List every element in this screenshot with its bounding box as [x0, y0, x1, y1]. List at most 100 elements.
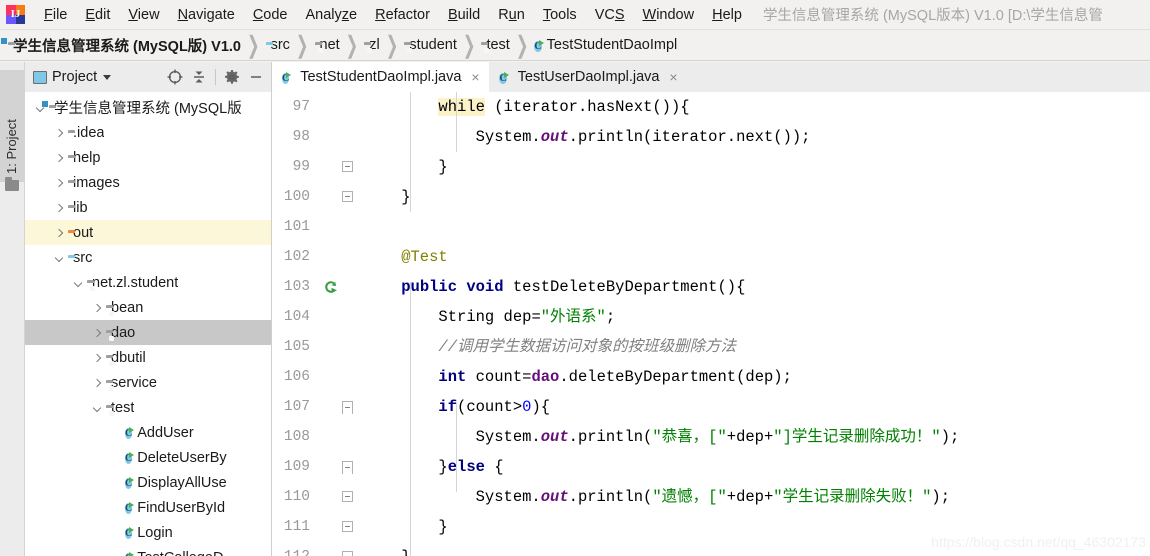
- gutter-line[interactable]: 103: [272, 272, 354, 302]
- editor-tab-testuserdaoimpljava[interactable]: C TestUserDaoImpl.java ×: [489, 62, 687, 92]
- gear-icon[interactable]: [221, 66, 243, 88]
- tree-row[interactable]: C AddUser: [25, 420, 271, 445]
- menu-item-help[interactable]: Help: [703, 5, 751, 25]
- project-panel-title-button[interactable]: Project: [33, 69, 112, 85]
- gutter-line[interactable]: 105: [272, 332, 354, 362]
- menu-item-view[interactable]: View: [119, 5, 168, 25]
- breadcrumb-item-net[interactable]: net: [315, 37, 340, 53]
- chevron-down-icon[interactable]: [88, 403, 106, 412]
- breadcrumb-item-teststudentdaoimpl[interactable]: C TestStudentDaoImpl: [534, 37, 677, 54]
- code-line[interactable]: if(count>0){: [354, 392, 1150, 422]
- code-fold-toggle[interactable]: [342, 461, 353, 474]
- chevron-down-icon[interactable]: [103, 74, 112, 80]
- menu-item-refactor[interactable]: Refactor: [366, 5, 439, 25]
- code-fold-toggle[interactable]: [342, 521, 353, 532]
- gutter-line[interactable]: 97: [272, 92, 354, 122]
- menu-item-analyze[interactable]: Analyze: [297, 5, 367, 25]
- code-line[interactable]: //调用学生数据访问对象的按班级删除方法: [354, 332, 1150, 362]
- gutter-line[interactable]: 111: [272, 512, 354, 542]
- tree-row[interactable]: dbutil: [25, 345, 271, 370]
- chevron-right-icon[interactable]: [88, 328, 106, 337]
- gutter-line[interactable]: 108: [272, 422, 354, 452]
- minimize-icon[interactable]: [245, 66, 267, 88]
- tree-row[interactable]: C TestCollegeD: [25, 545, 271, 556]
- code-line[interactable]: System.out.println(iterator.next());: [354, 122, 1150, 152]
- breadcrumb-item-student[interactable]: student: [404, 37, 457, 53]
- chevron-right-icon[interactable]: [50, 153, 68, 162]
- tree-row[interactable]: C DisplayAllUse: [25, 470, 271, 495]
- breadcrumb-item-mysqlv10[interactable]: 学生信息管理系统 (MySQL版) V1.0: [8, 35, 241, 56]
- code-line[interactable]: [354, 212, 1150, 242]
- tree-row[interactable]: net.zl.student: [25, 270, 271, 295]
- code-line[interactable]: }else {: [354, 452, 1150, 482]
- tree-row[interactable]: src: [25, 245, 271, 270]
- menu-item-vcs[interactable]: VCS: [586, 5, 634, 25]
- breadcrumb-item-src[interactable]: src: [266, 37, 290, 53]
- code-line[interactable]: public void testDeleteByDepartment(){: [354, 272, 1150, 302]
- code-line[interactable]: System.out.println("恭喜，["+dep+"]学生记录删除成功…: [354, 422, 1150, 452]
- tree-row[interactable]: help: [25, 145, 271, 170]
- collapse-all-icon[interactable]: [188, 66, 210, 88]
- code-editor[interactable]: 97 98 99 100 101 102 103 104 105 106 107 108 109 110 1…: [272, 92, 1150, 556]
- gutter-line[interactable]: 101: [272, 212, 354, 242]
- code-line[interactable]: }: [354, 542, 1150, 556]
- breadcrumb-item-zl[interactable]: zl: [364, 37, 379, 53]
- chevron-right-icon[interactable]: [88, 303, 106, 312]
- code-line[interactable]: String dep="外语系";: [354, 302, 1150, 332]
- chevron-down-icon[interactable]: [50, 253, 68, 262]
- gutter-line[interactable]: 106: [272, 362, 354, 392]
- gutter-line[interactable]: 104: [272, 302, 354, 332]
- gutter-line[interactable]: 109: [272, 452, 354, 482]
- menu-item-file[interactable]: File: [35, 5, 76, 25]
- chevron-right-icon[interactable]: [50, 178, 68, 187]
- tree-row[interactable]: bean: [25, 295, 271, 320]
- line-number-gutter[interactable]: 97 98 99 100 101 102 103 104 105 106 107 108 109 110 1…: [272, 92, 354, 556]
- locate-icon[interactable]: [164, 66, 186, 88]
- tree-row[interactable]: test: [25, 395, 271, 420]
- gutter-line[interactable]: 112: [272, 542, 354, 556]
- editor-tab-teststudentdaoimpljava[interactable]: C TestStudentDaoImpl.java ×: [272, 62, 490, 92]
- chevron-right-icon[interactable]: [50, 228, 68, 237]
- gutter-line[interactable]: 107: [272, 392, 354, 422]
- gutter-line[interactable]: 110: [272, 482, 354, 512]
- run-test-icon[interactable]: [324, 280, 338, 294]
- project-tree[interactable]: 学生信息管理系统 (MySQL版 .idea help images lib out src…: [25, 92, 271, 556]
- code-line[interactable]: int count=dao.deleteByDepartment(dep);: [354, 362, 1150, 392]
- chevron-right-icon[interactable]: [88, 353, 106, 362]
- code-line[interactable]: }: [354, 512, 1150, 542]
- breadcrumb-item-test[interactable]: test: [481, 37, 509, 53]
- tree-row[interactable]: C FindUserById: [25, 495, 271, 520]
- sidebar-item-project-tab[interactable]: 1: Project: [0, 70, 25, 182]
- tree-row[interactable]: C Login: [25, 520, 271, 545]
- code-fold-toggle[interactable]: [342, 161, 353, 172]
- code-fold-toggle[interactable]: [342, 401, 353, 414]
- gutter-line[interactable]: 100: [272, 182, 354, 212]
- code-content[interactable]: while (iterator.hasNext()){ System.out.p…: [354, 92, 1150, 556]
- chevron-right-icon[interactable]: [50, 128, 68, 137]
- code-fold-toggle[interactable]: [342, 491, 353, 502]
- close-icon[interactable]: ×: [668, 69, 680, 85]
- menu-item-window[interactable]: Window: [634, 5, 704, 25]
- code-line[interactable]: }: [354, 182, 1150, 212]
- menu-item-tools[interactable]: Tools: [534, 5, 586, 25]
- chevron-right-icon[interactable]: [88, 378, 106, 387]
- menu-item-code[interactable]: Code: [244, 5, 297, 25]
- menu-item-build[interactable]: Build: [439, 5, 489, 25]
- tree-row[interactable]: .idea: [25, 120, 271, 145]
- menu-item-run[interactable]: Run: [489, 5, 534, 25]
- chevron-right-icon[interactable]: [50, 203, 68, 212]
- gutter-line[interactable]: 98: [272, 122, 354, 152]
- code-line[interactable]: @Test: [354, 242, 1150, 272]
- code-line[interactable]: }: [354, 152, 1150, 182]
- code-fold-toggle[interactable]: [342, 551, 353, 556]
- tree-row[interactable]: lib: [25, 195, 271, 220]
- code-line[interactable]: System.out.println("遗憾，["+dep+"学生记录删除失败！…: [354, 482, 1150, 512]
- close-icon[interactable]: ×: [469, 69, 481, 85]
- tree-row[interactable]: dao: [25, 320, 271, 345]
- tree-row[interactable]: out: [25, 220, 271, 245]
- gutter-line[interactable]: 102: [272, 242, 354, 272]
- code-fold-toggle[interactable]: [342, 191, 353, 202]
- tree-row[interactable]: images: [25, 170, 271, 195]
- menu-item-navigate[interactable]: Navigate: [169, 5, 244, 25]
- tree-row[interactable]: service: [25, 370, 271, 395]
